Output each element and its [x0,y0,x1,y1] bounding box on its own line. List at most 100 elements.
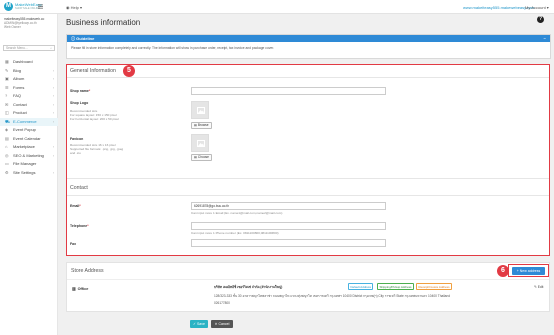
step-marker-5: 5 [123,65,135,77]
default-address-badge: Default Address [348,283,374,290]
new-address-button[interactable]: + New address [512,267,545,275]
divider [67,77,549,78]
account-menu[interactable]: My Account ▾ [525,5,549,10]
sidebar-item-seo-marketing[interactable]: ◎ SEO & Marketing › [0,152,58,161]
cancel-button[interactable]: ✕ Cancel [211,320,233,328]
building-icon: ▥ [72,287,76,291]
email-hint: Can input more 1 Email (Ex. name1@mail.c… [191,211,283,215]
sidebar-item-label: Product [13,110,27,115]
contact-icon: ✉ [5,101,9,107]
sidebar-item-faq[interactable]: ? FAQ › [0,92,58,101]
sidebar-item-product[interactable]: ◫ Product › [0,109,58,118]
chevron-right-icon: › [52,170,54,175]
store-phone: 026177800 [214,301,230,305]
chevron-down-icon: ▾ [545,5,549,10]
shop-name-label: Shop name* [70,89,91,93]
contact-title: Contact [70,185,88,191]
sidebar-item-label: E-Commerce [13,118,37,124]
sidebar-item-label: Event Calendar [13,135,41,141]
page-title: Business information [66,18,141,27]
account-label: My Account [525,5,546,10]
sidebar-item-forms[interactable]: ☰ Forms › [0,84,58,93]
gear-icon: ⚙ [5,169,9,175]
help-label: Help [70,5,79,10]
store-address-text: 128/323-333 ชั้น 30 อาคารพญาไทพลาซ่า ถนน… [214,294,450,298]
chevron-right-icon: › [52,68,54,73]
chevron-down-icon: ▾ [78,5,82,10]
divider [67,178,549,179]
guideline-header[interactable]: ⓘ Guideline − [67,35,550,42]
seo-icon: ◎ [5,152,9,158]
chevron-right-icon: › [52,85,54,90]
sidebar-item-dashboard[interactable]: ▦ Dashboard [0,58,58,67]
help-circle-icon[interactable]: ? [537,16,544,23]
logo-mark: M [4,2,13,11]
blog-icon: ✎ [5,67,9,73]
search-placeholder: Search Menu... [6,46,28,50]
sidebar-item-e-commerce[interactable]: ⛟ E-Commerce › [0,117,58,126]
edit-address-button[interactable]: ✎ Edit [534,285,543,289]
sidebar-item-file-manager[interactable]: ▭ File Manager [0,160,58,169]
collapse-icon[interactable]: − [544,35,546,42]
sidebar-item-label: Event Popup [13,127,36,132]
sidebar-item-label: Contact [13,101,27,107]
sidebar-item-album[interactable]: ▣ Album › [0,75,58,84]
top-bar: M MakeWebEasy SHOP SALE ONLINE ◉ Help ▾ … [0,0,554,14]
chevron-right-icon: › [52,145,54,149]
sidebar-item-event-calendar[interactable]: ▤ Event Calendar [0,135,58,144]
sidebar-search-input[interactable]: Search Menu... ⌕ [3,45,55,51]
receipt-address-badge: Receipt/Invoice Address [416,283,453,290]
telephone-label: Telephone* [70,224,89,228]
divider [67,195,549,196]
user-info: makeiteasy555.makeweb.co ADMIN@tyellowp.… [4,17,56,30]
telephone-input[interactable] [191,222,386,230]
fax-input[interactable] [191,239,386,247]
app-logo[interactable]: M MakeWebEasy SHOP SALE ONLINE [4,2,42,11]
chevron-right-icon: › [52,94,54,98]
telephone-hint: Can input more 1 Phone number (Ex. 08111… [191,231,279,235]
guideline-text: Please fill in store information complet… [71,46,275,50]
sidebar-item-label: Marketplace [13,144,35,149]
image-icon [197,107,205,114]
favicon-hint: Recommended size 16 x 16 pixel Supported… [70,143,124,155]
general-info-title: General Information [70,68,116,74]
step-marker-6: 6 [497,265,509,277]
shop-url-link[interactable]: www.makeiteasy555.makewebeasy.com [463,5,535,10]
save-button[interactable]: ✓ Save [190,320,208,328]
sidebar-item-label: Forms [13,84,25,90]
chevron-right-icon: › [52,102,54,107]
sidebar-item-label: FAQ [13,93,22,98]
search-icon: ⌕ [50,46,52,50]
dashboard-icon: ▦ [5,59,9,64]
sidebar-item-marketplace[interactable]: ⌂ Marketplace › [0,143,58,152]
product-icon: ◫ [5,110,9,115]
cart-icon: ⛟ [5,118,11,124]
sidebar-item-label: Blog [13,67,22,73]
help-menu[interactable]: ◉ Help ▾ [66,5,82,10]
menu-toggle-icon[interactable] [38,4,43,9]
email-label: Email* [70,204,81,208]
shop-logo-label: Shop Logo [70,101,89,105]
choose-favicon-button[interactable]: ▤ Choose [191,154,212,161]
store-address-title: Store Address [71,268,104,274]
favicon-preview [191,134,209,152]
sidebar-item-blog[interactable]: ✎ Blog › [0,67,58,76]
popup-icon: ◈ [5,127,9,132]
browse-button[interactable]: ▤ Browse [191,122,212,129]
sidebar-menu: ▦ Dashboard ✎ Blog › ▣ Album › ☰ Forms ›? FAQ › ✉ Cont… [0,58,58,177]
sidebar-item-contact[interactable]: ✉ Contact › [0,101,58,110]
guideline-panel: ⓘ Guideline − Please fill in store infor… [66,34,551,59]
folder-icon: ▭ [5,161,9,166]
marketplace-icon: ⌂ [5,144,8,149]
office-label: ▥ Office [72,287,89,291]
shop-logo-preview [191,101,209,119]
image-icon [197,140,205,147]
sidebar-item-label: Album [13,76,25,81]
chevron-right-icon: › [52,119,54,124]
shop-name-input[interactable] [191,87,386,95]
logo-hint: Recommended size For square layout: 150 … [70,109,119,121]
sidebar-item-site-settings[interactable]: ⚙ Site Settings › [0,169,58,178]
email-input[interactable]: 62691878@go.buu.ac.th [191,202,386,210]
sidebar-item-label: Site Settings [13,169,36,175]
sidebar-item-event-popup[interactable]: ◈ Event Popup [0,126,58,135]
